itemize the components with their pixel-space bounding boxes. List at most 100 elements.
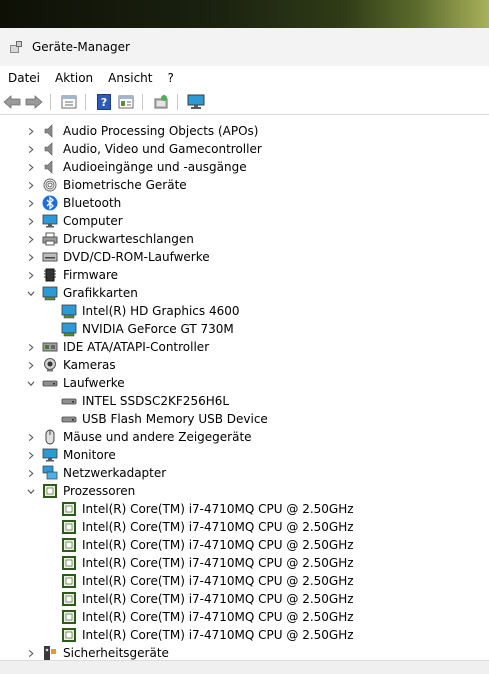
menu-ansicht[interactable]: Ansicht bbox=[100, 71, 159, 85]
chevron-right-icon[interactable] bbox=[27, 158, 35, 176]
tree-category-druckwarteschlangen[interactable]: Druckwarteschlangen bbox=[0, 230, 470, 248]
tree-item-label: Netzwerkadapter bbox=[63, 466, 167, 480]
tree-device-intel-r-core-tm-i7-4710mq-cpu-2-50ghz[interactable]: Intel(R) Core(TM) i7-4710MQ CPU @ 2.50GH… bbox=[0, 572, 470, 590]
tree-category-audio-video-und-gamecontroller[interactable]: Audio, Video und Gamecontroller bbox=[0, 140, 470, 158]
tree-category-biometrische-ger-te[interactable]: Biometrische Geräte bbox=[0, 176, 470, 194]
tree-category-bluetooth[interactable]: Bluetooth bbox=[0, 194, 470, 212]
tree-item-label: Biometrische Geräte bbox=[63, 178, 187, 192]
tree-category-monitore[interactable]: Monitore bbox=[0, 446, 470, 464]
tree-category-sicherheitsger-te[interactable]: Sicherheitsgeräte bbox=[0, 644, 470, 660]
tree-device-intel-r-core-tm-i7-4710mq-cpu-2-50ghz[interactable]: Intel(R) Core(TM) i7-4710MQ CPU @ 2.50GH… bbox=[0, 518, 470, 536]
monitor-view-button[interactable] bbox=[186, 93, 206, 111]
tree-item-label: Sicherheitsgeräte bbox=[63, 646, 169, 660]
chevron-right-icon[interactable] bbox=[27, 212, 35, 230]
cpu-icon bbox=[61, 537, 77, 553]
monitor-icon bbox=[187, 94, 205, 109]
tree-device-intel-r-core-tm-i7-4710mq-cpu-2-50ghz[interactable]: Intel(R) Core(TM) i7-4710MQ CPU @ 2.50GH… bbox=[0, 608, 470, 626]
tree-category-kameras[interactable]: Kameras bbox=[0, 356, 470, 374]
chevron-right-icon[interactable] bbox=[27, 446, 35, 464]
chevron-down-icon[interactable] bbox=[27, 284, 35, 302]
tree-item-label: Monitore bbox=[63, 448, 116, 462]
cpu-icon bbox=[61, 591, 77, 607]
chevron-right-icon[interactable] bbox=[27, 248, 35, 266]
display-adapter-icon bbox=[42, 285, 58, 301]
tree-device-intel-ssdsc2kf256h6l[interactable]: INTEL SSDSC2KF256H6L bbox=[0, 392, 470, 410]
tree-category-audio-processing-objects-apos[interactable]: Audio Processing Objects (APOs) bbox=[0, 122, 470, 140]
tree-category-netzwerkadapter[interactable]: Netzwerkadapter bbox=[0, 464, 470, 482]
chevron-right-icon[interactable] bbox=[27, 230, 35, 248]
cpu-icon bbox=[61, 555, 77, 571]
tree-device-intel-r-core-tm-i7-4710mq-cpu-2-50ghz[interactable]: Intel(R) Core(TM) i7-4710MQ CPU @ 2.50GH… bbox=[0, 500, 470, 518]
optical-drive-icon bbox=[42, 249, 58, 265]
details-view-button[interactable] bbox=[116, 93, 136, 111]
speaker-icon bbox=[42, 123, 58, 139]
tree-item-label: NVIDIA GeForce GT 730M bbox=[82, 322, 234, 336]
menu-datei[interactable]: Datei bbox=[0, 71, 47, 85]
fingerprint-icon bbox=[42, 177, 58, 193]
tree-device-intel-r-core-tm-i7-4710mq-cpu-2-50ghz[interactable]: Intel(R) Core(TM) i7-4710MQ CPU @ 2.50GH… bbox=[0, 590, 470, 608]
tree-category-ide-ata-atapi-controller[interactable]: IDE ATA/ATAPI-Controller bbox=[0, 338, 470, 356]
back-button[interactable] bbox=[2, 93, 22, 111]
help-button[interactable]: ? bbox=[94, 93, 114, 111]
chevron-right-icon[interactable] bbox=[27, 176, 35, 194]
chevron-right-icon[interactable] bbox=[27, 356, 35, 374]
scan-hardware-button[interactable] bbox=[151, 93, 171, 111]
svg-text:?: ? bbox=[101, 96, 107, 109]
tree-item-label: Intel(R) Core(TM) i7-4710MQ CPU @ 2.50GH… bbox=[82, 628, 354, 642]
tree-category-laufwerke[interactable]: Laufwerke bbox=[0, 374, 470, 392]
chevron-right-icon[interactable] bbox=[27, 428, 35, 446]
bluetooth-icon bbox=[42, 195, 58, 211]
menu-aktion[interactable]: Aktion bbox=[47, 71, 100, 85]
tree-category-dvd-cd-rom-laufwerke[interactable]: DVD/CD-ROM-Laufwerke bbox=[0, 248, 470, 266]
tree-item-label: Intel(R) Core(TM) i7-4710MQ CPU @ 2.50GH… bbox=[82, 520, 354, 534]
tree-device-intel-r-hd-graphics-4600[interactable]: Intel(R) HD Graphics 4600 bbox=[0, 302, 470, 320]
chevron-right-icon[interactable] bbox=[27, 266, 35, 284]
tree-device-nvidia-geforce-gt-730m[interactable]: NVIDIA GeForce GT 730M bbox=[0, 320, 470, 338]
forward-button[interactable] bbox=[24, 93, 44, 111]
tree-item-label: Prozessoren bbox=[63, 484, 136, 498]
scan-hardware-icon bbox=[154, 95, 168, 109]
tree-category-firmware[interactable]: Firmware bbox=[0, 266, 470, 284]
cpu-icon bbox=[42, 483, 58, 499]
tree-item-label: Grafikkarten bbox=[63, 286, 138, 300]
tree-device-intel-r-core-tm-i7-4710mq-cpu-2-50ghz[interactable]: Intel(R) Core(TM) i7-4710MQ CPU @ 2.50GH… bbox=[0, 626, 470, 644]
tree-item-label: Intel(R) HD Graphics 4600 bbox=[82, 304, 240, 318]
chevron-right-icon[interactable] bbox=[27, 464, 35, 482]
speaker-icon bbox=[42, 141, 58, 157]
tree-device-intel-r-core-tm-i7-4710mq-cpu-2-50ghz[interactable]: Intel(R) Core(TM) i7-4710MQ CPU @ 2.50GH… bbox=[0, 536, 470, 554]
printer-icon bbox=[42, 231, 58, 247]
chevron-right-icon[interactable] bbox=[27, 194, 35, 212]
tree-device-intel-r-core-tm-i7-4710mq-cpu-2-50ghz[interactable]: Intel(R) Core(TM) i7-4710MQ CPU @ 2.50GH… bbox=[0, 554, 470, 572]
tree-category-m-use-und-andere-zeigeger-te[interactable]: Mäuse und andere Zeigegeräte bbox=[0, 428, 470, 446]
chevron-right-icon[interactable] bbox=[27, 338, 35, 356]
tree-category-prozessoren[interactable]: Prozessoren bbox=[0, 482, 470, 500]
tree-item-label: Audio Processing Objects (APOs) bbox=[63, 124, 259, 138]
tree-item-label: Intel(R) Core(TM) i7-4710MQ CPU @ 2.50GH… bbox=[82, 610, 354, 624]
chevron-right-icon[interactable] bbox=[27, 140, 35, 158]
tree-device-usb-flash-memory-usb-device[interactable]: USB Flash Memory USB Device bbox=[0, 410, 470, 428]
menu-help[interactable]: ? bbox=[159, 71, 180, 85]
tree-item-label: Computer bbox=[63, 214, 123, 228]
tree-item-label: IDE ATA/ATAPI-Controller bbox=[63, 340, 210, 354]
tree-item-label: Audio, Video und Gamecontroller bbox=[63, 142, 262, 156]
toolbar-separator bbox=[177, 94, 178, 110]
chevron-down-icon[interactable] bbox=[27, 482, 35, 500]
mouse-icon bbox=[42, 429, 58, 445]
cpu-icon bbox=[61, 501, 77, 517]
properties-view-button[interactable] bbox=[59, 93, 79, 111]
tree-item-label: Audioeingänge und -ausgänge bbox=[63, 160, 247, 174]
toolbar: ? bbox=[0, 90, 489, 115]
chevron-right-icon[interactable] bbox=[27, 122, 35, 140]
tree-category-grafikkarten[interactable]: Grafikkarten bbox=[0, 284, 470, 302]
cpu-icon bbox=[61, 627, 77, 643]
tree-category-audioeing-nge-und-ausg-nge[interactable]: Audioeingänge und -ausgänge bbox=[0, 158, 470, 176]
tree-item-label: DVD/CD-ROM-Laufwerke bbox=[63, 250, 210, 264]
disk-drive-icon bbox=[42, 375, 58, 391]
tree-category-computer[interactable]: Computer bbox=[0, 212, 470, 230]
chevron-right-icon[interactable] bbox=[27, 644, 35, 660]
tree-item-label: Intel(R) Core(TM) i7-4710MQ CPU @ 2.50GH… bbox=[82, 574, 354, 588]
tree-item-label: USB Flash Memory USB Device bbox=[82, 412, 268, 426]
camera-icon bbox=[42, 357, 58, 373]
back-arrow-icon bbox=[3, 95, 21, 109]
chevron-down-icon[interactable] bbox=[27, 374, 35, 392]
